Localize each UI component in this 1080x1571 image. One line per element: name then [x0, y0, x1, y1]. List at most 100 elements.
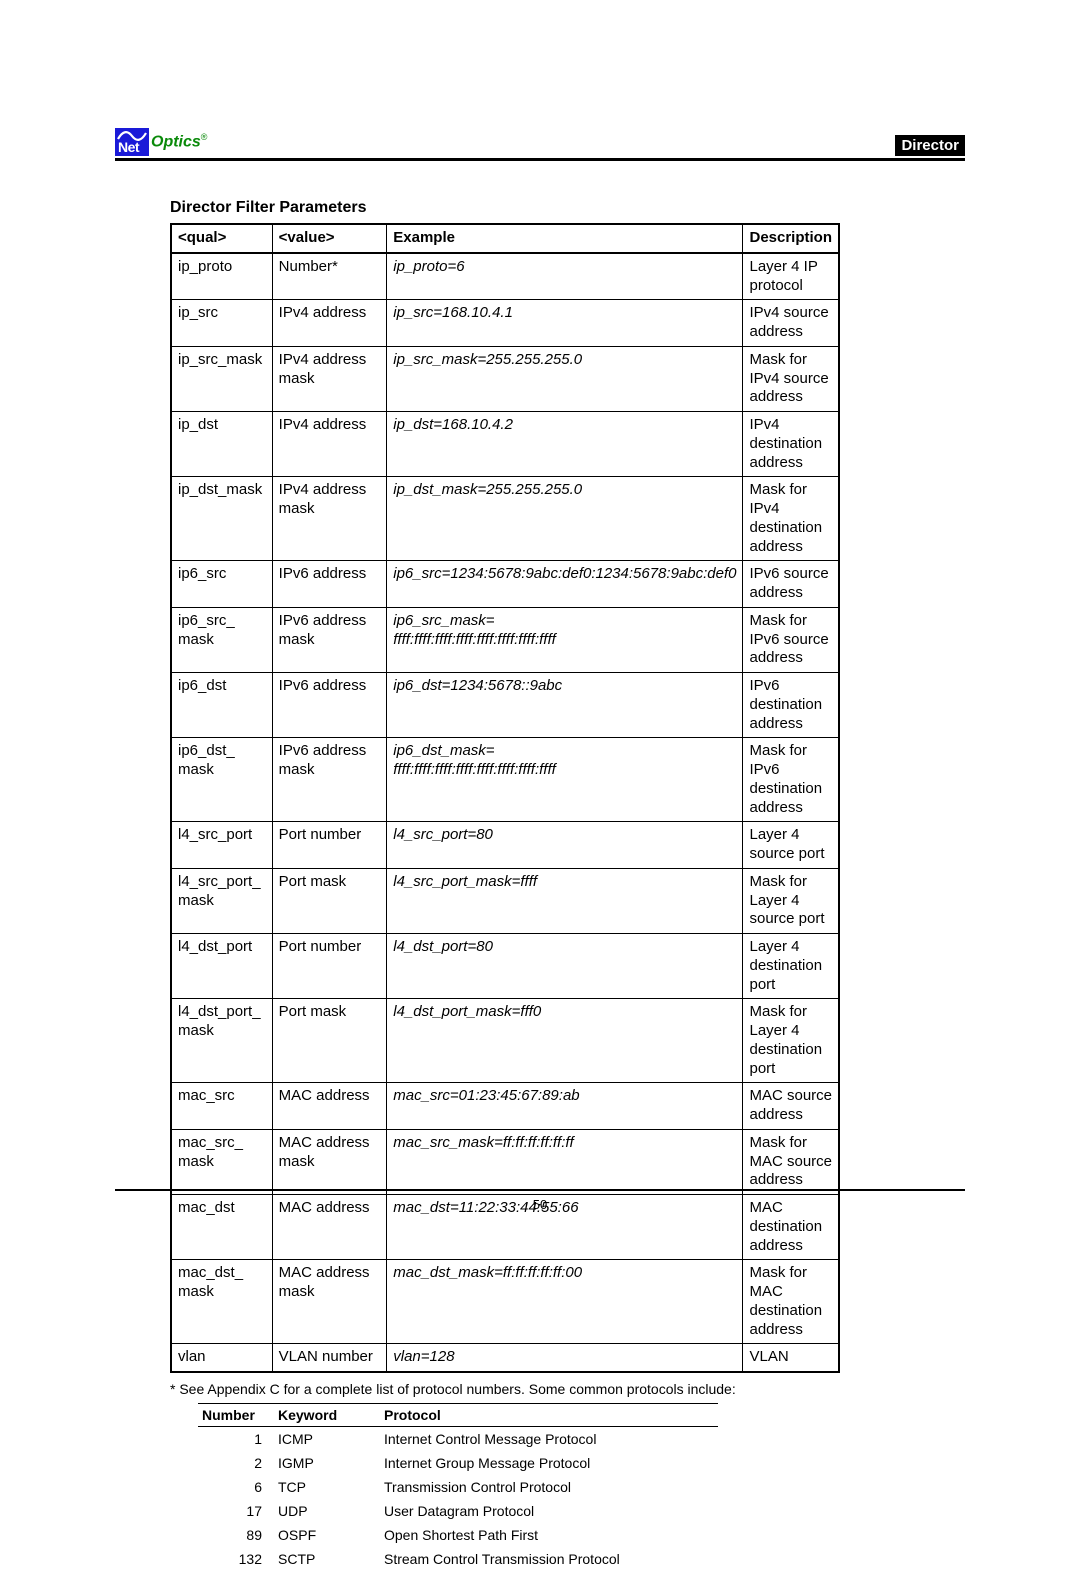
logo-text-net: Net — [118, 139, 139, 155]
cell-value: IPv6 address mask — [272, 738, 387, 822]
logo: Net Optics® — [115, 128, 207, 156]
cell-value: IPv6 address — [272, 673, 387, 738]
cell-example: ip6_src_mask=ffff:ffff:ffff:ffff:ffff:ff… — [387, 607, 743, 672]
cell-description: IPv6 source address — [743, 561, 839, 608]
cell-value: MAC address — [272, 1083, 387, 1130]
cell-value: IPv4 address — [272, 412, 387, 477]
cell-keyword: UDP — [274, 1499, 380, 1523]
table-row: 17UDPUser Datagram Protocol — [198, 1499, 718, 1523]
table-row: ip6_srcIPv6 addressip6_src=1234:5678:9ab… — [171, 561, 839, 608]
cell-description: Mask for IPv4 destination address — [743, 477, 839, 561]
section-title: Director Filter Parameters — [170, 199, 965, 217]
cell-value: Number* — [272, 253, 387, 300]
page-footer: 50 — [115, 1189, 965, 1212]
cell-protocol: Transmission Control Protocol — [380, 1475, 718, 1499]
cell-qual: ip_dst_mask — [171, 477, 272, 561]
cell-example: ip6_dst_mask=ffff:ffff:ffff:ffff:ffff:ff… — [387, 738, 743, 822]
cell-qual: mac_src_mask — [171, 1129, 272, 1194]
cell-qual: l4_src_port — [171, 822, 272, 869]
table-row: ip_src_maskIPv4 address maskip_src_mask=… — [171, 346, 839, 411]
cell-number: 132 — [198, 1547, 274, 1571]
cell-example: ip_src=168.10.4.1 — [387, 300, 743, 347]
cell-example: ip_proto=6 — [387, 253, 743, 300]
cell-value: Port mask — [272, 868, 387, 933]
cell-keyword: ICMP — [274, 1427, 380, 1452]
col-example: Example — [387, 224, 743, 253]
cell-value: Port number — [272, 934, 387, 999]
table-row: 89OSPFOpen Shortest Path First — [198, 1523, 718, 1547]
table-row: mac_dst_maskMAC address maskmac_dst_mask… — [171, 1260, 839, 1344]
cell-value: Port number — [272, 822, 387, 869]
content: Director Filter Parameters <qual> <value… — [115, 161, 965, 1571]
cell-description: Mask for MAC source address — [743, 1129, 839, 1194]
cell-example: ip_src_mask=255.255.255.0 — [387, 346, 743, 411]
col-qual: <qual> — [171, 224, 272, 253]
cell-description: Mask for MAC destination address — [743, 1260, 839, 1344]
cell-qual: ip6_src_mask — [171, 607, 272, 672]
cell-description: Mask for Layer 4 source port — [743, 868, 839, 933]
cell-qual: ip6_dst — [171, 673, 272, 738]
table-row: ip6_dst_maskIPv6 address maskip6_dst_mas… — [171, 738, 839, 822]
page-number: 50 — [533, 1197, 547, 1212]
cell-description: MAC source address — [743, 1083, 839, 1130]
table-row: mac_src_maskMAC address maskmac_src_mask… — [171, 1129, 839, 1194]
cell-qual: l4_dst_port_mask — [171, 999, 272, 1083]
cell-protocol: Open Shortest Path First — [380, 1523, 718, 1547]
cell-value: Port mask — [272, 999, 387, 1083]
cell-example: mac_dst_mask=ff:ff:ff:ff:ff:00 — [387, 1260, 743, 1344]
cell-number: 1 — [198, 1427, 274, 1452]
cell-example: ip6_src=1234:5678:9abc:def0:1234:5678:9a… — [387, 561, 743, 608]
cell-example: ip6_dst=1234:5678::9abc — [387, 673, 743, 738]
cell-description: Mask for Layer 4 destination port — [743, 999, 839, 1083]
table-header-row: <qual> <value> Example Description — [171, 224, 839, 253]
table-row: ip6_src_maskIPv6 address maskip6_src_mas… — [171, 607, 839, 672]
cell-protocol: Internet Control Message Protocol — [380, 1427, 718, 1452]
cell-protocol: Stream Control Transmission Protocol — [380, 1547, 718, 1571]
table-row: 132SCTPStream Control Transmission Proto… — [198, 1547, 718, 1571]
cell-keyword: IGMP — [274, 1451, 380, 1475]
header-badge: Director — [895, 135, 965, 156]
cell-qual: ip6_dst_mask — [171, 738, 272, 822]
cell-number: 89 — [198, 1523, 274, 1547]
table-row: l4_dst_port_maskPort maskl4_dst_port_mas… — [171, 999, 839, 1083]
cell-description: Mask for IPv6 destination address — [743, 738, 839, 822]
col-value: <value> — [272, 224, 387, 253]
cell-qual: ip6_src — [171, 561, 272, 608]
cell-qual: mac_dst_mask — [171, 1260, 272, 1344]
cell-description: Layer 4 IP protocol — [743, 253, 839, 300]
table-row: l4_dst_portPort numberl4_dst_port=80Laye… — [171, 934, 839, 999]
cell-example: vlan=128 — [387, 1344, 743, 1372]
col-protocol: Protocol — [380, 1404, 718, 1427]
cell-protocol: Internet Group Message Protocol — [380, 1451, 718, 1475]
cell-description: VLAN — [743, 1344, 839, 1372]
table-row: l4_src_portPort numberl4_src_port=80Laye… — [171, 822, 839, 869]
cell-qual: l4_src_port_mask — [171, 868, 272, 933]
col-number: Number — [198, 1404, 274, 1427]
table-header-row: Number Keyword Protocol — [198, 1404, 718, 1427]
cell-description: IPv4 source address — [743, 300, 839, 347]
cell-value: MAC address mask — [272, 1129, 387, 1194]
cell-value: IPv4 address — [272, 300, 387, 347]
cell-value: IPv6 address — [272, 561, 387, 608]
table-row: 2IGMPInternet Group Message Protocol — [198, 1451, 718, 1475]
logo-registered-icon: ® — [201, 132, 208, 142]
table-row: l4_src_port_maskPort maskl4_src_port_mas… — [171, 868, 839, 933]
cell-keyword: SCTP — [274, 1547, 380, 1571]
cell-description: Mask for IPv4 source address — [743, 346, 839, 411]
table-row: ip_srcIPv4 addressip_src=168.10.4.1IPv4 … — [171, 300, 839, 347]
col-keyword: Keyword — [274, 1404, 380, 1427]
cell-keyword: TCP — [274, 1475, 380, 1499]
cell-example: mac_src_mask=ff:ff:ff:ff:ff:ff — [387, 1129, 743, 1194]
cell-protocol: User Datagram Protocol — [380, 1499, 718, 1523]
cell-value: IPv4 address mask — [272, 477, 387, 561]
cell-value: IPv6 address mask — [272, 607, 387, 672]
cell-value: MAC address mask — [272, 1260, 387, 1344]
logo-text-optics: Optics — [151, 134, 201, 151]
cell-example: l4_src_port_mask=ffff — [387, 868, 743, 933]
cell-example: mac_src=01:23:45:67:89:ab — [387, 1083, 743, 1130]
cell-value: IPv4 address mask — [272, 346, 387, 411]
table-row: 6TCPTransmission Control Protocol — [198, 1475, 718, 1499]
cell-number: 6 — [198, 1475, 274, 1499]
page: Net Optics® Director Director Filter Par… — [0, 0, 1080, 1397]
protocol-table: Number Keyword Protocol 1ICMPInternet Co… — [198, 1403, 718, 1571]
